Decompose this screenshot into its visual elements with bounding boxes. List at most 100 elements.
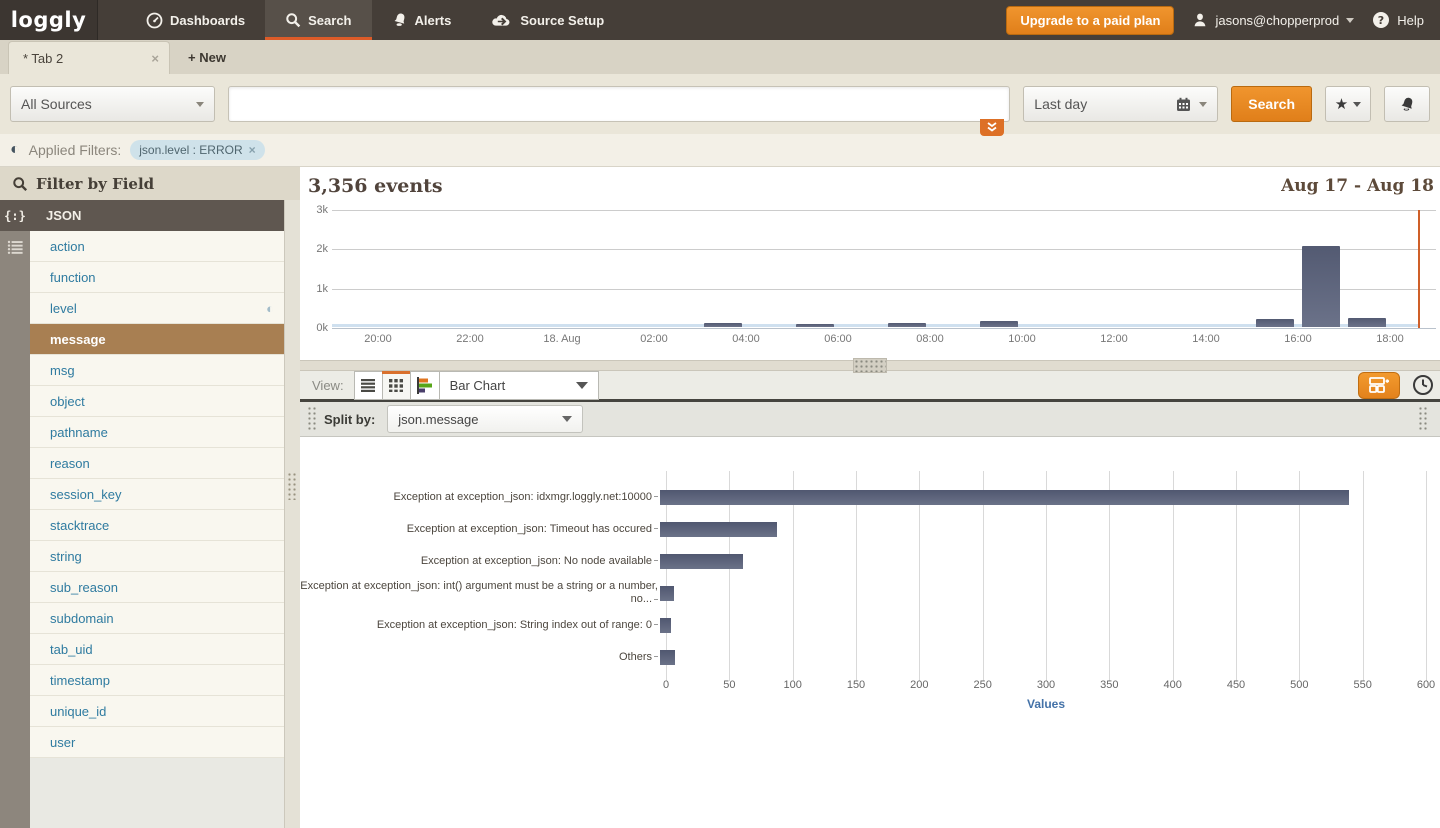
calendar-icon	[1176, 97, 1191, 112]
field-label: timestamp	[50, 673, 110, 688]
x-tick-label: 50	[723, 679, 735, 691]
panel-resize-handle[interactable]	[300, 360, 1440, 371]
toolbar-right	[1358, 372, 1440, 399]
sidebar-field-action[interactable]: action	[30, 231, 284, 262]
sidebar-field-level[interactable]: level ◐	[30, 293, 284, 324]
sidebar-field-string[interactable]: string	[30, 541, 284, 572]
timeline-bar-09:00[interactable]	[980, 321, 1019, 327]
events-header: 3,356 events Aug 17 - Aug 18	[300, 167, 1440, 205]
upgrade-button[interactable]: Upgrade to a paid plan	[1006, 6, 1174, 35]
sidebar-field-stacktrace[interactable]: stacktrace	[30, 510, 284, 541]
help-label: Help	[1397, 13, 1424, 28]
timeline-bar-16:00[interactable]	[1302, 246, 1341, 327]
expand-search-button[interactable]	[980, 119, 1004, 136]
sidebar-field-user[interactable]: user	[30, 727, 284, 758]
field-label: level	[50, 301, 77, 316]
nav-item-label: Dashboards	[170, 13, 245, 28]
drag-dots-icon[interactable]	[307, 406, 318, 432]
account-menu[interactable]: jasons@chopperprod	[1192, 12, 1354, 28]
saved-searches-button[interactable]: ★	[1325, 86, 1371, 122]
field-label: msg	[50, 363, 75, 378]
field-label: reason	[50, 456, 90, 471]
field-label: sub_reason	[50, 580, 118, 595]
nav-item-search[interactable]: Search	[265, 0, 371, 40]
tab-bar: * Tab 2 × + New	[0, 40, 1440, 74]
filter-toggle-icon[interactable]: ◐	[266, 302, 274, 315]
split-by-value: json.message	[398, 412, 478, 427]
json-fields-tab[interactable]: {:}	[0, 200, 30, 231]
sidebar-field-tab_uid[interactable]: tab_uid	[30, 634, 284, 665]
value-bar[interactable]	[660, 554, 743, 569]
chevron-down-icon	[1346, 18, 1354, 23]
time-range-selector[interactable]: Last day	[1023, 86, 1218, 122]
drag-dots-icon	[853, 358, 887, 373]
nav-item-alerts[interactable]: Alerts	[372, 0, 472, 40]
chart-type-value: Bar Chart	[450, 378, 506, 393]
value-bar[interactable]	[660, 618, 671, 633]
remove-filter-icon[interactable]: ×	[249, 143, 256, 157]
chart-view-button[interactable]	[410, 371, 439, 400]
filter-chip[interactable]: json.level : ERROR×	[130, 140, 264, 160]
help-menu[interactable]: ? Help	[1372, 11, 1424, 29]
sidebar-field-unique_id[interactable]: unique_id	[30, 696, 284, 727]
close-icon[interactable]: ×	[151, 51, 159, 66]
field-label: action	[50, 239, 85, 254]
field-panel-empty	[30, 758, 284, 828]
timeline-bar-03:00[interactable]	[704, 323, 743, 327]
json-group-header[interactable]: JSON	[30, 200, 284, 231]
drag-dots-icon[interactable]	[1418, 406, 1429, 432]
value-bar[interactable]	[660, 650, 675, 665]
source-selector-value: All Sources	[21, 96, 92, 112]
x-tick-label: 20:00	[364, 333, 392, 345]
logo-box[interactable]: loggly	[0, 0, 98, 40]
top-navbar: loggly Dashboards SearchAlertsSource Setu…	[0, 0, 1440, 40]
field-label: unique_id	[50, 704, 106, 719]
sidebar-field-msg[interactable]: msg	[30, 355, 284, 386]
sidebar-field-message[interactable]: message	[30, 324, 284, 355]
split-chart-region: Exception at exception_json: idxmgr.logg…	[300, 437, 1440, 828]
sidebar-field-function[interactable]: function	[30, 262, 284, 293]
clock-icon[interactable]	[1410, 372, 1436, 398]
search-icon	[12, 176, 28, 192]
search-button[interactable]: Search	[1231, 86, 1312, 122]
timeline-bar-17:00[interactable]	[1348, 318, 1387, 327]
gridline	[332, 289, 1436, 290]
value-bar[interactable]	[660, 522, 777, 537]
sidebar-resize-handle[interactable]	[284, 200, 300, 828]
timeline-bar-07:00[interactable]	[888, 323, 927, 327]
field-list-tab[interactable]	[0, 231, 30, 262]
filter-icon: ◐	[10, 142, 20, 158]
bar-track	[660, 586, 1426, 601]
split-by-selector[interactable]: json.message	[387, 405, 583, 433]
grid-view-button[interactable]	[382, 371, 411, 400]
value-bar[interactable]	[660, 490, 1349, 505]
nav-items: Dashboards SearchAlertsSource Setup	[126, 0, 624, 40]
sidebar-rail: {:}	[0, 200, 30, 828]
sidebar-field-sub_reason[interactable]: sub_reason	[30, 572, 284, 603]
tab-active[interactable]: * Tab 2 ×	[8, 41, 170, 74]
nav-item-dashboards[interactable]: Dashboards	[126, 0, 265, 40]
x-tick-label: 450	[1227, 679, 1245, 691]
source-selector[interactable]: All Sources	[10, 86, 215, 122]
sidebar-field-reason[interactable]: reason	[30, 448, 284, 479]
x-tick-label: 08:00	[916, 333, 944, 345]
list-view-button[interactable]	[354, 371, 383, 400]
sidebar-field-pathname[interactable]: pathname	[30, 417, 284, 448]
nav-item-source-setup[interactable]: Source Setup	[471, 0, 624, 40]
x-tick-label: 400	[1163, 679, 1181, 691]
timeline-bar-05:00[interactable]	[796, 324, 835, 327]
json-icon: {:}	[4, 209, 26, 223]
value-bar[interactable]	[660, 586, 674, 601]
search-query-input[interactable]	[228, 86, 1010, 122]
add-to-dashboard-button[interactable]	[1358, 372, 1400, 399]
sidebar-field-subdomain[interactable]: subdomain	[30, 603, 284, 634]
new-tab-button[interactable]: + New	[170, 41, 244, 74]
field-label: user	[50, 735, 75, 750]
create-alert-button[interactable]	[1384, 86, 1430, 122]
timeline-bar-15:00[interactable]	[1256, 319, 1295, 327]
y-tick-label: 1k	[302, 283, 328, 295]
sidebar-field-object[interactable]: object	[30, 386, 284, 417]
chart-type-selector[interactable]: Bar Chart	[439, 371, 599, 400]
sidebar-field-session_key[interactable]: session_key	[30, 479, 284, 510]
sidebar-field-timestamp[interactable]: timestamp	[30, 665, 284, 696]
